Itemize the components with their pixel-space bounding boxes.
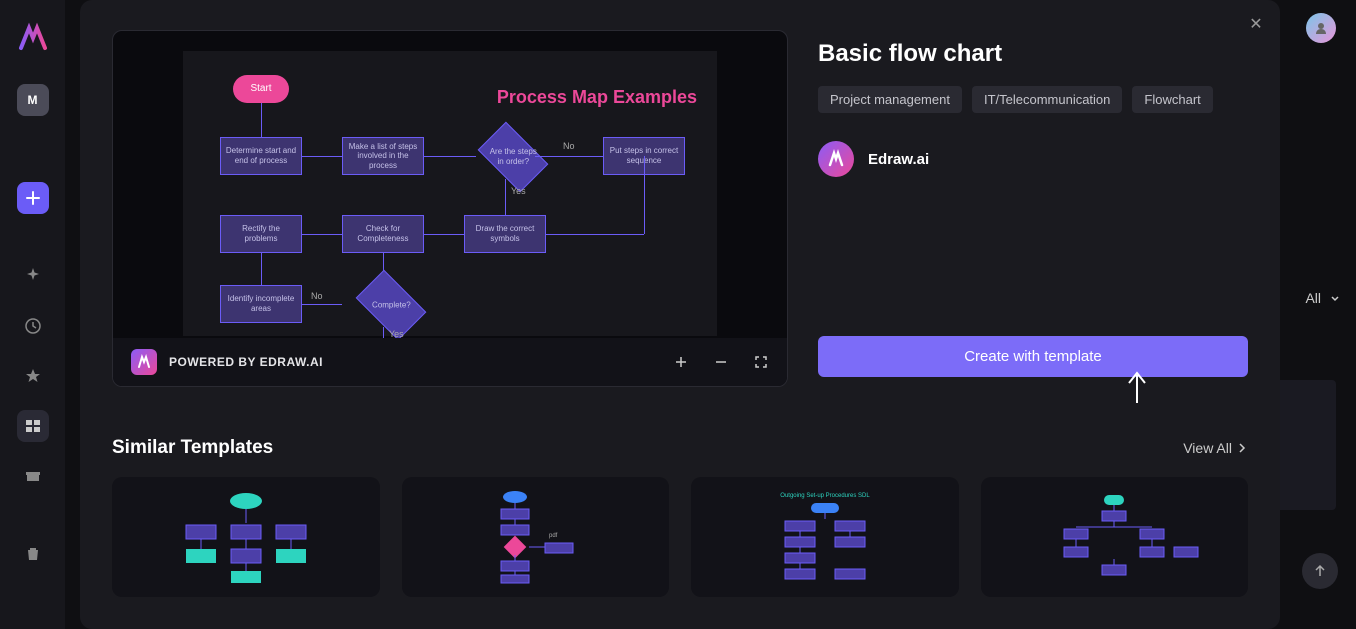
edge-yes1: Yes	[511, 186, 526, 196]
tag-list: Project management IT/Telecommunication …	[818, 86, 1248, 113]
similar-heading: Similar Templates	[112, 437, 273, 459]
edge-no2: No	[311, 291, 323, 301]
similar-templates-section: Similar Templates View All	[112, 437, 1248, 597]
tag-flowchart[interactable]: Flowchart	[1132, 86, 1212, 113]
sidebar: M	[0, 0, 65, 629]
sidebar-clock-icon[interactable]	[17, 310, 49, 342]
node-determine: Determine start and end of process	[220, 137, 302, 175]
app-logo[interactable]	[15, 20, 51, 56]
create-with-template-button[interactable]: Create with template	[818, 336, 1248, 377]
tag-it-telecom[interactable]: IT/Telecommunication	[972, 86, 1122, 113]
filter-all[interactable]: All	[1305, 290, 1341, 306]
scroll-to-top-button[interactable]	[1302, 553, 1338, 589]
svg-text:Outgoing Set-up Procedures SDL: Outgoing Set-up Procedures SDL	[780, 493, 870, 499]
template-preview: Process Map Examples Start Determine sta…	[112, 30, 788, 387]
node-order-question: Are the steps in order?	[478, 122, 549, 193]
template-author[interactable]: Edraw.ai	[818, 141, 1248, 177]
author-name: Edraw.ai	[868, 151, 929, 168]
template-title: Basic flow chart	[818, 40, 1248, 68]
arrow-annotation-icon	[1124, 369, 1150, 405]
view-all-link[interactable]: View All	[1183, 440, 1248, 456]
preview-footer: POWERED BY EDRAW.AI	[113, 338, 787, 386]
sidebar-ai-icon[interactable]	[17, 260, 49, 292]
similar-template-1[interactable]	[112, 477, 380, 597]
node-draw: Draw the correct symbols	[464, 215, 546, 253]
similar-template-3[interactable]: Outgoing Set-up Procedures SDL	[691, 477, 959, 597]
similar-template-2[interactable]: pdf	[402, 477, 670, 597]
footer-brand-text: POWERED BY EDRAW.AI	[169, 355, 323, 369]
node-check: Check for Completeness	[342, 215, 424, 253]
sidebar-trash-icon[interactable]	[17, 538, 49, 570]
node-identify: Identify incomplete areas	[220, 285, 302, 323]
template-detail-modal: ✕ Process Map Examples Start Determine s…	[80, 0, 1280, 629]
sidebar-templates-icon[interactable]	[17, 410, 49, 442]
node-list: Make a list of steps involved in the pro…	[342, 137, 424, 175]
similar-template-4[interactable]	[981, 477, 1249, 597]
node-rectify: Rectify the problems	[220, 215, 302, 253]
edge-no1: No	[563, 141, 575, 151]
sidebar-archive-icon[interactable]	[17, 460, 49, 492]
fullscreen-icon[interactable]	[753, 354, 769, 370]
node-start: Start	[233, 75, 289, 103]
zoom-in-icon[interactable]	[673, 354, 689, 370]
sidebar-new-button[interactable]	[17, 182, 49, 214]
zoom-out-icon[interactable]	[713, 354, 729, 370]
sidebar-star-icon[interactable]	[17, 360, 49, 392]
template-details: Basic flow chart Project management IT/T…	[818, 30, 1248, 387]
edraw-logo-icon	[131, 349, 157, 375]
author-avatar-icon	[818, 141, 854, 177]
user-avatar[interactable]	[1306, 13, 1336, 43]
chart-title: Process Map Examples	[497, 87, 697, 108]
svg-text:pdf: pdf	[549, 533, 558, 539]
close-button[interactable]: ✕	[1244, 12, 1268, 36]
tag-project-management[interactable]: Project management	[818, 86, 962, 113]
sidebar-workspace-badge[interactable]: M	[17, 84, 49, 116]
